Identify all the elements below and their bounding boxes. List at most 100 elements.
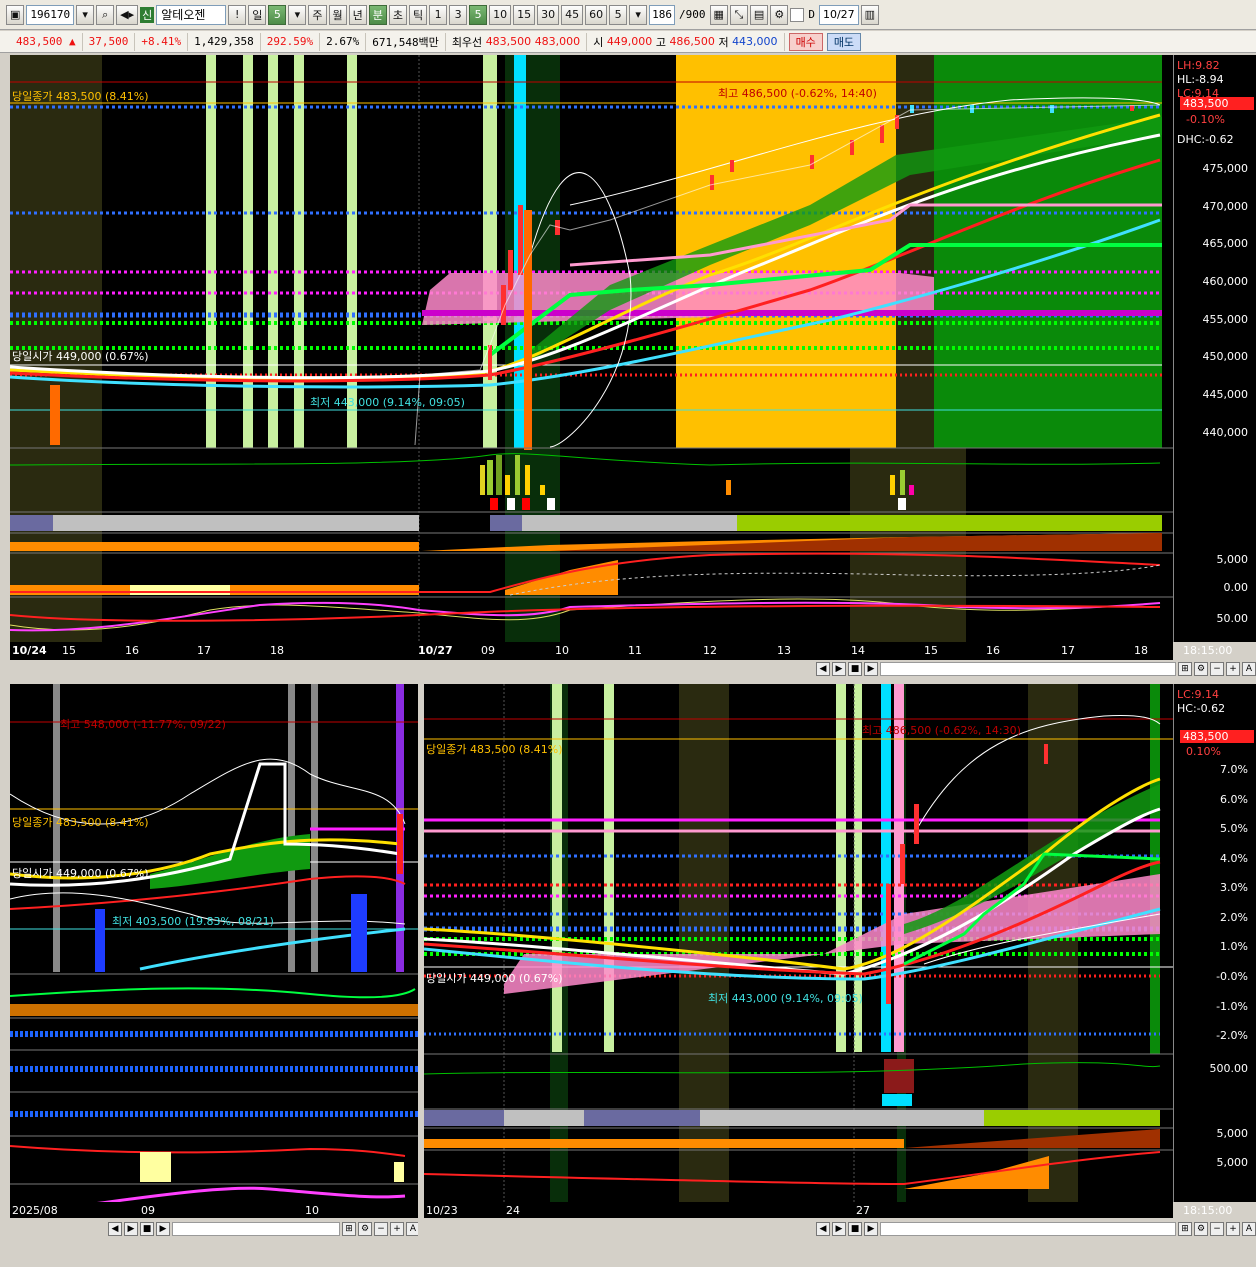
ytick: 440,000 [1202,426,1249,439]
date-checkbox[interactable] [790,7,805,22]
settings-icon[interactable]: ⚙ [358,1222,372,1236]
xtick: 17 [197,644,211,657]
interval-5-button[interactable]: 5 [469,4,488,25]
sell-button[interactable]: 매도 [826,32,862,51]
pct-close-label: 당일종가 483,500 (8.41%) [426,743,563,756]
main-scrollbar[interactable]: ◀ ▶ ■ ▶ ⊞ ⚙ − + A [816,660,1256,678]
ytick: 450,000 [1202,350,1249,363]
xtick: 2025/08 [12,1204,58,1217]
main-chart-pane[interactable]: 당일종가 483,500 (8.41%) 최고 486,500 (-0.62%,… [10,55,1173,642]
daily-high-label: 최고 548,000 (-11.77%, 09/22) [60,718,226,731]
search-icon[interactable]: ⌕ [96,4,115,25]
period-month-button[interactable]: 월 [328,4,347,25]
buy-button[interactable]: 매수 [788,32,823,51]
scroll-right-icon[interactable]: ▶ [832,662,846,676]
zoom-icon[interactable]: ⊞ [1178,662,1192,676]
period-second-button[interactable]: 초 [388,4,408,25]
main-price-axis[interactable]: LH:9.82 HL:-8.94 LC:9.14 483,500 -0.10% … [1173,55,1256,642]
intraday-pct-chart-pane[interactable]: 최고 486,500 (-0.62%, 14:30) 당일종가 483,500 … [424,684,1173,1202]
period-day-count-button[interactable]: 5 [268,4,287,25]
xtick: 18 [1134,644,1148,657]
xtick: 24 [506,1204,520,1217]
scroll-right-icon[interactable]: ▶ [124,1222,138,1236]
side-label-dhc: DHC:-0.62 [1177,133,1234,146]
side-label-hl: HL:-8.94 [1177,73,1224,86]
open-value: 449,000 [606,35,653,48]
interval-15-button[interactable]: 15 [513,4,536,25]
minus-icon[interactable]: − [1210,1222,1224,1236]
text-icon[interactable]: A [1242,662,1256,676]
main-high-label: 최고 486,500 (-0.62%, 14:40) [718,87,877,100]
calendar-icon[interactable]: ▥ [860,4,880,25]
sub-ytick: 5,000 [1216,553,1249,566]
ytick: 3.0% [1220,881,1248,894]
xtick: 18 [270,644,284,657]
xtick: 10 [305,1204,319,1217]
period-tick-button[interactable]: 틱 [409,4,428,25]
plus-icon[interactable]: + [390,1222,404,1236]
play-icon[interactable]: ▶ [864,1222,878,1236]
period-year-button[interactable]: 년 [348,4,367,25]
minus-icon[interactable]: − [1210,662,1224,676]
date-input[interactable]: 10/27 [818,4,859,25]
scroll-left-icon[interactable]: ◀ [816,662,830,676]
settings-icon[interactable]: ⚙ [1194,662,1208,676]
draw-tool-icon[interactable]: ⤡ [729,4,748,25]
period-week-button[interactable]: 주 [308,4,327,25]
quote-bar: 483,500 ▲ 37,500 +8.41% 1,429,358 292.59… [0,31,1256,53]
daily-scrollbar[interactable]: ◀ ▶ ■ ▶ ⊞ ⚙ − + A [108,1220,420,1238]
interval-60-button[interactable]: 60 [585,4,608,25]
interval-45-button[interactable]: 45 [561,4,584,25]
settings-icon[interactable]: ⚙ [770,4,789,25]
ytick: 5.0% [1220,822,1248,835]
pct-scrollbar[interactable]: ◀ ▶ ■ ▶ ⊞ ⚙ − + A [816,1220,1256,1238]
xtick: 12 [703,644,717,657]
xtick: 09 [141,1204,155,1217]
ytick: 455,000 [1202,313,1249,326]
scroll-track[interactable] [172,1222,340,1236]
zoom-icon[interactable]: ⊞ [342,1222,356,1236]
settings-icon[interactable]: ⚙ [1194,1222,1208,1236]
stop-icon[interactable]: ■ [848,662,862,676]
pane-splitter[interactable] [418,684,424,1236]
scroll-track[interactable] [880,662,1176,676]
plus-icon[interactable]: + [1226,1222,1240,1236]
pct-axis[interactable]: LC:9.14 HC:-0.62 483,500 0.10% 7.0% 6.0%… [1173,684,1256,1202]
window-menu-icon[interactable]: ▣ [6,4,25,25]
zoom-icon[interactable]: ⊞ [1178,1222,1192,1236]
play-icon[interactable]: ▶ [156,1222,170,1236]
interval-value-field[interactable]: 5 [609,4,628,25]
price-value: 483,500 [16,35,63,48]
stock-code-input[interactable]: 196170 [26,4,75,25]
stop-icon[interactable]: ■ [140,1222,154,1236]
plus-icon[interactable]: + [1226,662,1240,676]
stock-name-field[interactable]: 알테오젠 [156,4,227,25]
code-dropdown-button[interactable]: ▾ [76,4,95,25]
sub-ytick: 0.00 [1223,581,1249,594]
daily-chart-pane[interactable]: 최고 548,000 (-11.77%, 09/22) 당일종가 483,500… [10,684,418,1202]
intraday-pct-chart-canvas [424,684,1173,1202]
interval-dropdown[interactable]: ▾ [629,4,648,25]
period-day-dropdown[interactable]: ▾ [288,4,307,25]
alert-button[interactable]: ! [228,4,247,25]
interval-30-button[interactable]: 30 [537,4,560,25]
credit-badge: 신 [140,6,155,23]
scroll-left-icon[interactable]: ◀ [816,1222,830,1236]
scroll-left-icon[interactable]: ◀ [108,1222,122,1236]
prev-stock-icon[interactable]: ◀▸ [116,4,139,25]
grid-icon[interactable]: ▦ [709,4,728,25]
scroll-right-icon[interactable]: ▶ [832,1222,846,1236]
interval-10-button[interactable]: 10 [489,4,512,25]
stop-icon[interactable]: ■ [848,1222,862,1236]
period-day-button[interactable]: 일 [248,4,267,25]
period-minute-button[interactable]: 분 [368,4,387,25]
scroll-track[interactable] [880,1222,1176,1236]
minus-icon[interactable]: − [374,1222,388,1236]
text-icon[interactable]: A [1242,1222,1256,1236]
interval-3-button[interactable]: 3 [449,4,468,25]
save-icon[interactable]: ▤ [749,4,769,25]
data-count-field[interactable]: 186 [649,4,676,25]
xtick: 15 [62,644,76,657]
play-icon[interactable]: ▶ [864,662,878,676]
interval-1-button[interactable]: 1 [429,4,448,25]
